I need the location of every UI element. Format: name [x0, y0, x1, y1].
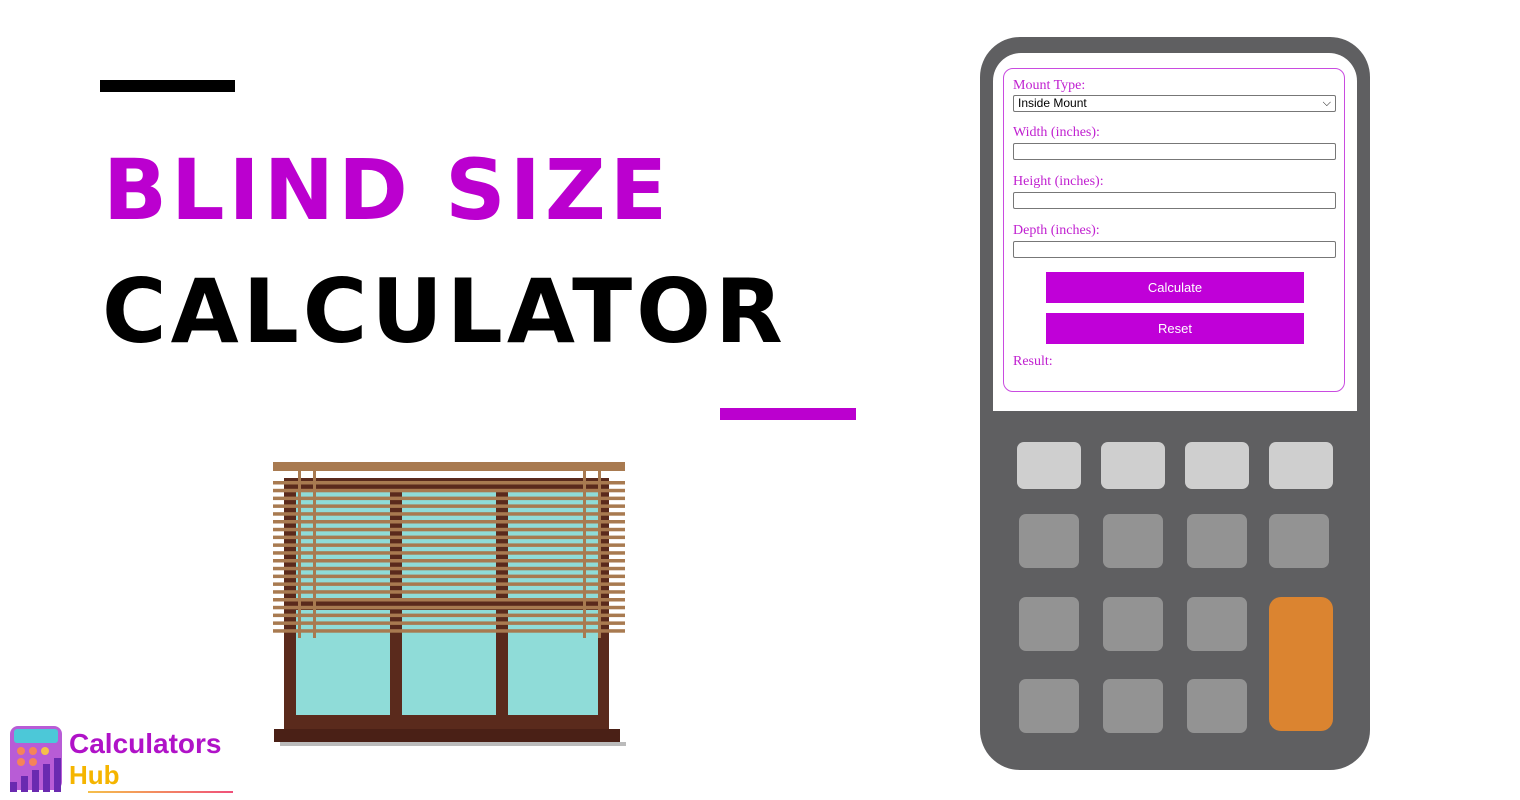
headline-line1: BLIND SIZE — [103, 141, 672, 239]
chevron-down-icon: ⌵ — [1322, 97, 1331, 109]
blind-slat — [273, 543, 625, 547]
blind-slat — [273, 527, 625, 532]
blind-slat — [273, 582, 625, 586]
calculator-key-orange — [1269, 597, 1333, 731]
mount-type-select[interactable]: Inside Mount ⌵ — [1013, 95, 1336, 112]
calculator-key — [1019, 597, 1079, 651]
width-label: Width (inches): — [1013, 125, 1100, 140]
depth-label: Depth (inches): — [1013, 223, 1100, 238]
calculator-key — [1103, 514, 1163, 568]
blind-slat — [273, 504, 625, 508]
headline-line2: CALCULATOR — [102, 260, 787, 363]
height-label: Height (inches): — [1013, 174, 1104, 189]
calculator-logo-icon — [10, 726, 62, 792]
blind-slat — [273, 488, 625, 493]
width-input[interactable] — [1013, 143, 1336, 160]
calculator-key — [1187, 679, 1247, 733]
logo-text-calculators: Calculators — [69, 728, 222, 759]
blind-slat — [273, 621, 625, 625]
blind-slat — [273, 566, 625, 571]
blind-slat — [273, 520, 625, 524]
blind-slat — [273, 535, 625, 540]
calculate-button[interactable]: Calculate — [1046, 272, 1304, 303]
blind-slat — [273, 613, 625, 618]
result-label: Result: — [1013, 354, 1053, 369]
blind-slat — [273, 481, 625, 485]
blind-slat — [273, 559, 625, 563]
height-input[interactable] — [1013, 192, 1336, 209]
calculator-key — [1269, 514, 1329, 568]
calculator-key — [1017, 442, 1081, 489]
calculator-key — [1103, 597, 1163, 651]
calculator-key — [1269, 442, 1333, 489]
mount-type-value: Inside Mount — [1018, 96, 1087, 110]
calculator-key — [1187, 597, 1247, 651]
window-blinds-illustration — [273, 462, 626, 746]
calculator-key — [1187, 514, 1247, 568]
decor-bar-accent — [720, 408, 856, 420]
calculator-key — [1019, 514, 1079, 568]
blind-slat — [273, 629, 625, 633]
blind-slat — [273, 590, 625, 594]
calculator-key — [1103, 679, 1163, 733]
logo-text-hub: Hub — [69, 760, 120, 790]
depth-input[interactable] — [1013, 241, 1336, 258]
calculator-key — [1019, 679, 1079, 733]
logo-underline — [88, 791, 233, 793]
blind-slat — [273, 574, 625, 579]
mount-type-label: Mount Type: — [1013, 78, 1086, 93]
calculator-key — [1101, 442, 1165, 489]
blind-slat — [273, 605, 625, 610]
blind-slat — [273, 496, 625, 501]
blind-slat — [273, 551, 625, 555]
calculator-key — [1185, 442, 1249, 489]
blind-slat — [273, 512, 625, 516]
decor-bar-top — [100, 80, 235, 92]
blind-slat — [273, 598, 625, 602]
reset-button[interactable]: Reset — [1046, 313, 1304, 344]
